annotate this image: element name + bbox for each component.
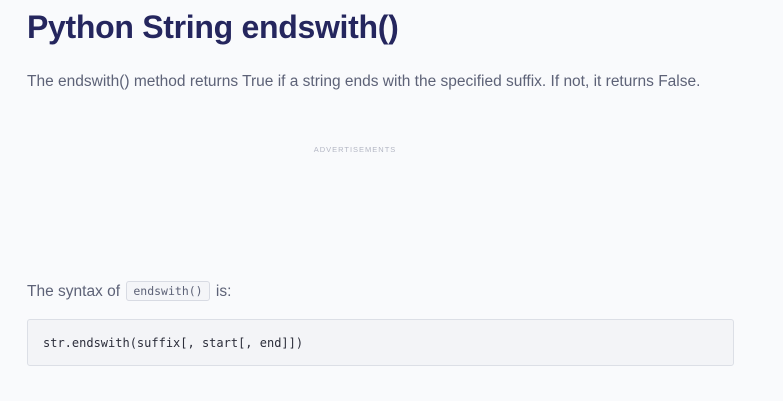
syntax-prefix-text: The syntax of — [27, 283, 121, 300]
page-title: Python String endswith() — [27, 9, 399, 45]
code-line: str.endswith(suffix[, start[, end]]) — [43, 335, 304, 350]
syntax-intro: The syntax of endswith() is: — [27, 280, 231, 304]
article-page: Python String endswith() The endswith() … — [0, 0, 783, 401]
advertisements-label: ADVERTISEMENTS — [313, 145, 397, 154]
inline-code-endswith: endswith() — [126, 281, 210, 301]
intro-paragraph: The endswith() method returns True if a … — [27, 73, 701, 90]
syntax-code-block: str.endswith(suffix[, start[, end]]) — [27, 319, 734, 366]
syntax-suffix-text: is: — [215, 283, 232, 300]
advertisement-slot — [27, 160, 735, 260]
